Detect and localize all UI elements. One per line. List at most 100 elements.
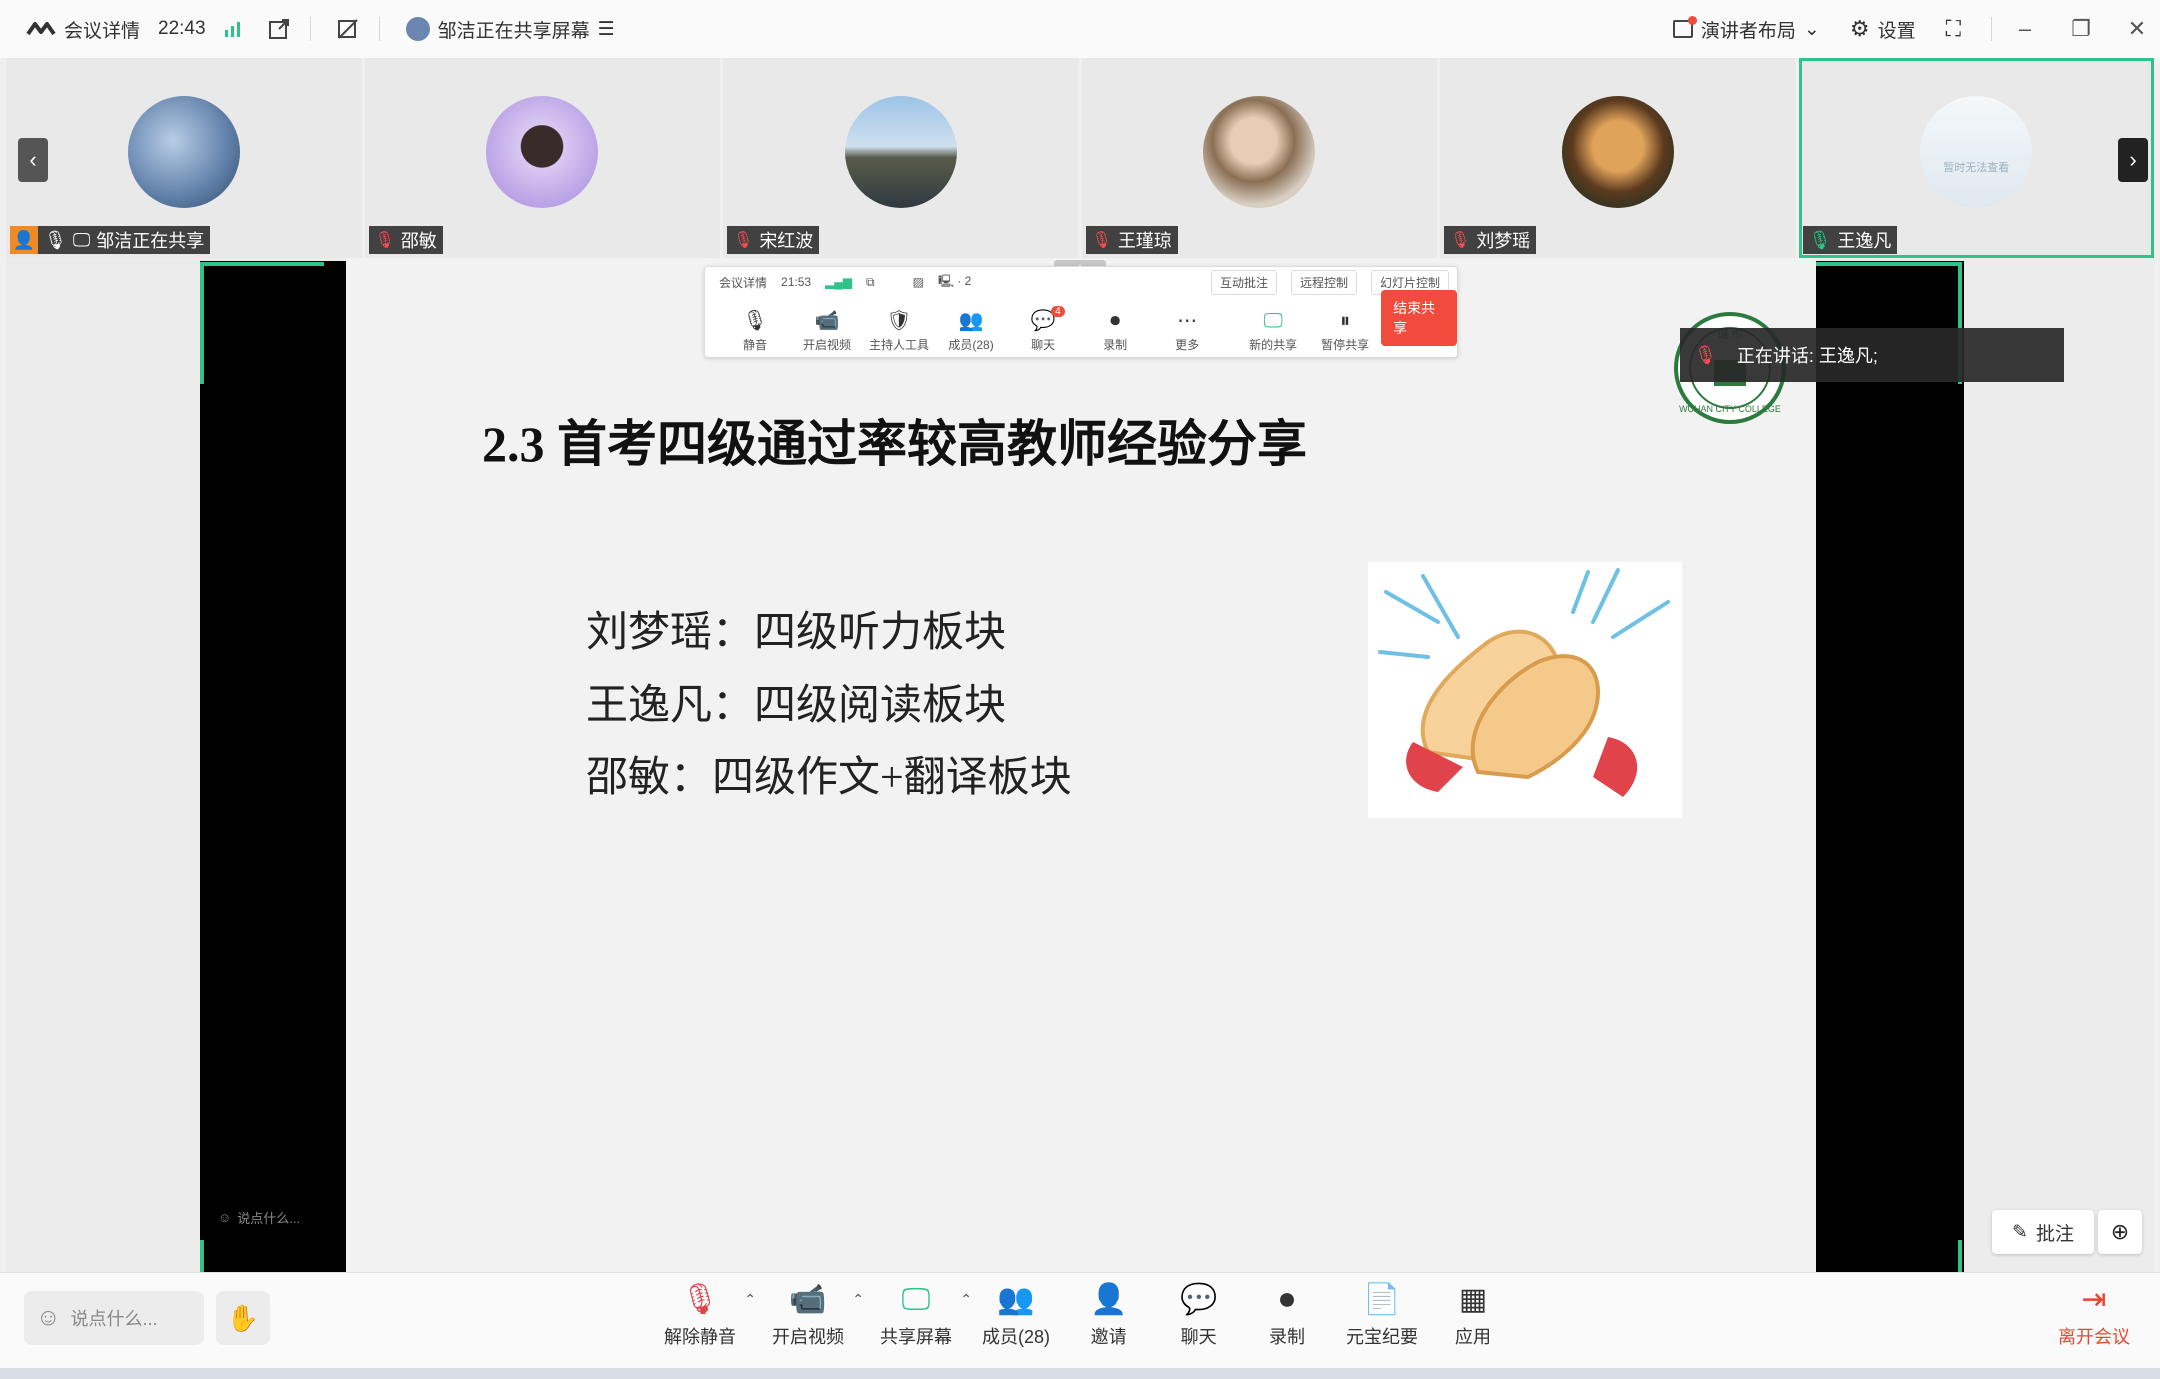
top-bar: 会议详情 22:43 邹洁正在共享屏幕 ☰ 演讲者布局 ⌄ ⚙ 设置 ⛶ – ❐… [0, 0, 2160, 58]
avatar [1203, 96, 1316, 208]
share-chat-button[interactable]: 💬 聊天 4 [1007, 306, 1079, 353]
slide-line: 邵敏：四级作文+翻译板块 [586, 755, 1072, 801]
pause-icon: ⏸ [1340, 310, 1351, 332]
end-share-button[interactable]: 结束共享 [1381, 290, 1457, 346]
slide-title: 2.3 首考四级通过率较高教师经验分享 [482, 416, 1307, 472]
annotation-off-icon[interactable]: ▨ [913, 275, 924, 289]
mic-muted-icon: 🎙 [733, 232, 754, 249]
more-icon: ⋯ [1177, 310, 1198, 332]
start-video-button[interactable]: 📹 开启视频 ⌃ [772, 1283, 864, 1349]
window-bottom-edge [0, 1368, 2160, 1379]
record-icon: ⏺ [1279, 1283, 1295, 1316]
participant-tile-active[interactable]: 暂时无法查看 🎙 王逸凡 [1798, 58, 2154, 258]
participant-name: 邹洁正在共享 [96, 231, 205, 251]
video-off-icon: 📹 [789, 1283, 827, 1316]
share-record-button[interactable]: ⏺ 录制 [1079, 310, 1151, 353]
divider [1991, 17, 1992, 41]
annotate-button[interactable]: ✎ 批注 [1992, 1210, 2094, 1254]
shield-icon: 🛡 [886, 310, 912, 332]
avatar [486, 96, 599, 208]
svg-text:WUHAN CITY COLLEGE: WUHAN CITY COLLEGE [1679, 404, 1781, 414]
participant-tile[interactable]: 🎙 刘梦瑶 [1440, 58, 1796, 258]
smile-icon: ☺ [36, 1304, 61, 1331]
divider [309, 17, 311, 41]
members-button[interactable]: 👥 成员(28) [982, 1283, 1050, 1349]
mic-icon: 🎙 [742, 310, 768, 332]
chevron-up-icon[interactable]: ⌃ [744, 1291, 756, 1308]
participant-tile[interactable]: 👤 🎙 🖵 邹洁正在共享 [6, 58, 362, 258]
restore-icon[interactable]: ❐ [2058, 9, 2104, 49]
smile-icon: ☺ [218, 1210, 232, 1225]
chat-button[interactable]: 💬 聊天 [1180, 1283, 1217, 1349]
participant-tile[interactable]: 🎙 宋红波 [723, 58, 1079, 258]
record-button[interactable]: ⏺ 录制 [1269, 1283, 1305, 1349]
participant-tile[interactable]: 🎙 邵敏 [364, 58, 720, 258]
screen-share-icon: 🖵 [901, 1283, 931, 1316]
share-border [200, 1240, 204, 1272]
raise-hand-button[interactable]: ✋ [216, 1291, 270, 1345]
fullscreen-icon[interactable]: ⛶ [1946, 16, 1961, 42]
share-more-button[interactable]: ⋯ 更多 [1151, 310, 1223, 353]
chat-input[interactable]: ☺ 说点什么... [24, 1291, 204, 1345]
sharing-status[interactable]: 邹洁正在共享屏幕 ☰ [405, 16, 615, 43]
share-link-icon[interactable] [268, 18, 290, 40]
share-meeting-details[interactable]: 会议详情 [719, 274, 767, 291]
close-icon[interactable]: ✕ [2114, 9, 2160, 49]
settings-label: 设置 [1877, 20, 1916, 42]
signal-icon[interactable] [224, 20, 242, 38]
ai-summary-button[interactable]: 📄 元宝纪要 [1346, 1283, 1418, 1349]
settings-button[interactable]: ⚙ 设置 [1850, 16, 1916, 43]
chat-icon: 💬 [1180, 1283, 1218, 1316]
exit-icon: ⇥ [2081, 1283, 2107, 1316]
annotate-label: 批注 [2035, 1223, 2074, 1245]
slide-line: 王逸凡：四级阅读板块 [586, 683, 1007, 729]
host-tools-button[interactable]: 🛡 主持人工具 [863, 310, 935, 353]
participant-name: 王瑾琼 [1117, 231, 1172, 251]
new-share-button[interactable]: 🖵 新的共享 [1237, 310, 1309, 353]
layout-button[interactable]: 演讲者布局 ⌄ [1672, 16, 1820, 43]
remote-control-chip[interactable]: 远程控制 [1290, 269, 1357, 295]
signal-icon: ▂▄▆ [825, 275, 853, 289]
share-border [200, 262, 324, 266]
participant-tile[interactable]: 🎙 王瑾琼 [1081, 58, 1437, 258]
avatar-placeholder-text: 暂时无法查看 [1943, 162, 2010, 174]
meeting-details-button[interactable]: 会议详情 [26, 16, 140, 43]
participant-strip: 👤 🎙 🖵 邹洁正在共享 🎙 邵敏 🎙 宋红波 🎙 王瑾琼 🎙 刘梦瑶 暂时无法… [6, 58, 2154, 258]
gear-icon: ⚙ [1849, 16, 1870, 41]
document-ai-icon: 📄 [1363, 1283, 1401, 1316]
leave-meeting-button[interactable]: ⇥ 离开会议 [2058, 1283, 2130, 1349]
hand-icon: ✋ [226, 1302, 260, 1333]
mic-speaking-icon: 🎙 [1808, 229, 1832, 250]
share-video-button[interactable]: 📹 开启视频 [791, 310, 863, 353]
unmute-button[interactable]: 🎙 解除静音 ⌃ [664, 1283, 756, 1349]
add-user-icon: 👤 [1090, 1283, 1128, 1316]
chevron-up-icon[interactable]: ⌃ [960, 1291, 972, 1308]
clapping-hands-image [1368, 562, 1682, 818]
mic-muted-icon: 🎙 [1450, 232, 1471, 249]
apps-button[interactable]: ▦ 应用 [1455, 1283, 1491, 1349]
share-screen-button[interactable]: 🖵 共享屏幕 ⌃ [880, 1283, 972, 1349]
share-border [1958, 1240, 1962, 1272]
sharing-status-label: 邹洁正在共享屏幕 [437, 20, 590, 42]
interactive-annotate-chip[interactable]: 互动批注 [1210, 269, 1277, 295]
invite-button[interactable]: 👤 邀请 [1090, 1283, 1127, 1349]
pause-share-button[interactable]: ⏸ 暂停共享 [1309, 310, 1381, 353]
participant-label: 🎙 王瑾琼 [1085, 226, 1178, 254]
participant-label: 👤 🎙 🖵 邹洁正在共享 [10, 226, 211, 254]
chevron-down-icon: ⌄ [1803, 18, 1820, 40]
annotation-off-icon[interactable] [337, 18, 359, 40]
strip-next-button[interactable]: › [2118, 138, 2148, 182]
share-members-button[interactable]: 👥 成员(28) [935, 310, 1007, 353]
members-icon: 👥 [997, 1283, 1035, 1316]
chevron-up-icon[interactable]: ⌃ [852, 1291, 864, 1308]
tencent-meeting-logo-icon [26, 22, 56, 36]
record-icon: ⏺ [1110, 310, 1121, 332]
minimize-icon[interactable]: – [2002, 9, 2048, 49]
share-link-icon[interactable]: ⧉ [866, 275, 875, 290]
meeting-details-label: 会议详情 [64, 20, 141, 42]
zoom-in-icon[interactable]: ⊕ [2098, 1210, 2142, 1254]
share-mute-button[interactable]: 🎙 静音 [719, 310, 791, 353]
screen-count: 🖳 · 2 [937, 273, 972, 288]
strip-prev-button[interactable]: ‹ [18, 138, 48, 182]
mic-muted-icon: 🎙 [374, 232, 395, 249]
